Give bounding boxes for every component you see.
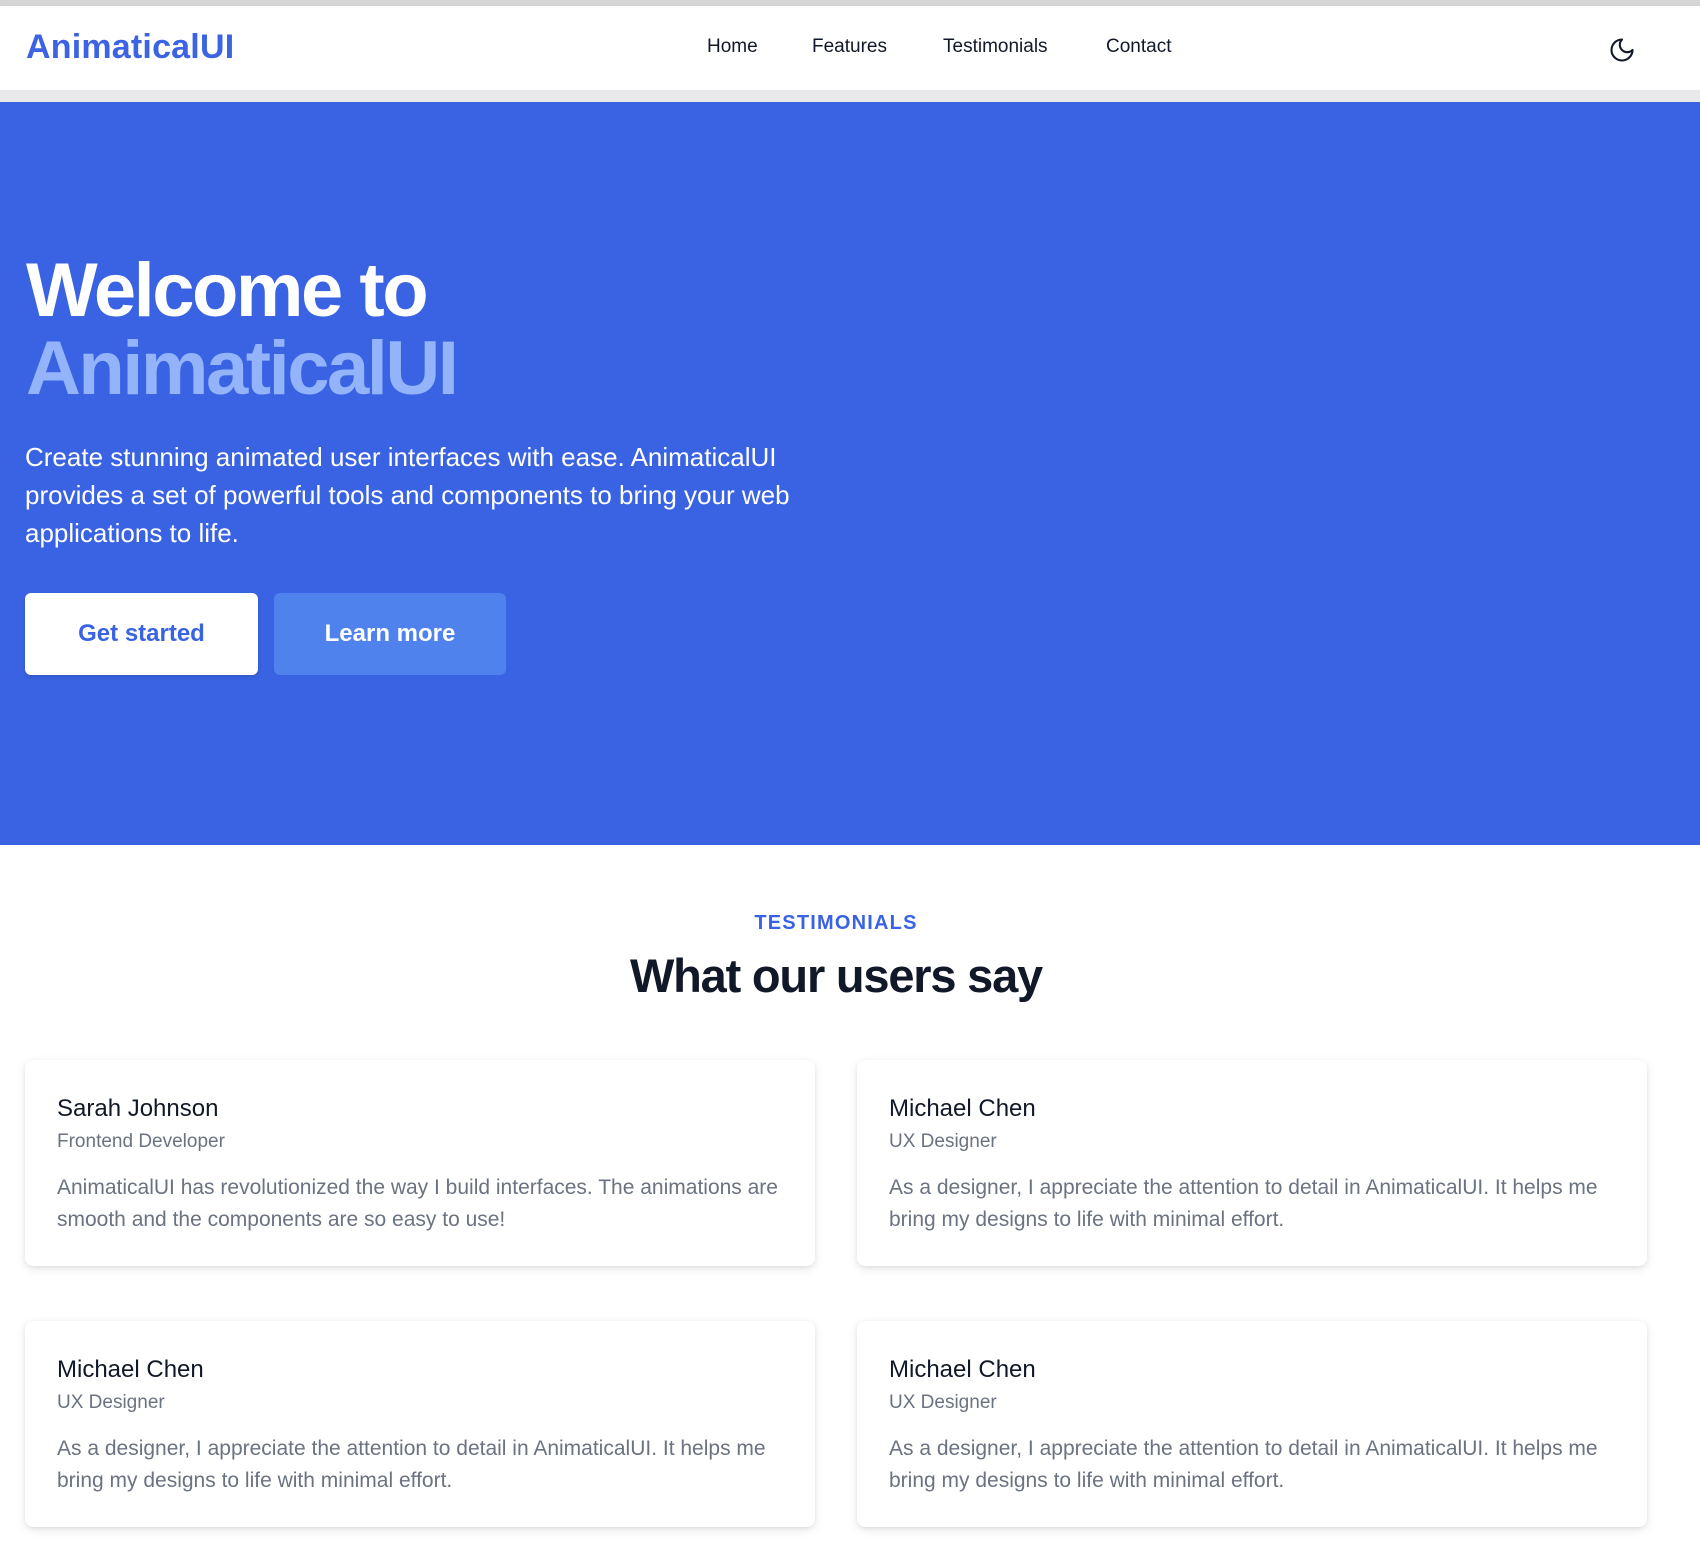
testimonial-role: Frontend Developer: [57, 1131, 225, 1152]
hero-title-brand: AnimaticalUI: [26, 326, 459, 411]
testimonial-role: UX Designer: [889, 1392, 997, 1413]
testimonial-quote: As a designer, I appreciate the attentio…: [889, 1437, 1598, 1492]
learn-more-button[interactable]: Learn more: [274, 593, 506, 675]
nav-links: Home Features Testimonials Contact: [0, 36, 1700, 66]
nav-link-features[interactable]: Features: [812, 36, 887, 58]
testimonial-quote: As a designer, I appreciate the attentio…: [57, 1437, 766, 1492]
testimonial-card: Michael Chen UX Designer As a designer, …: [857, 1321, 1647, 1527]
navbar: AnimaticalUI Home Features Testimonials …: [0, 6, 1700, 91]
testimonial-name: Michael Chen: [889, 1095, 1036, 1122]
testimonial-card: Sarah Johnson Frontend Developer Animati…: [25, 1060, 815, 1266]
hero-subtitle: Create stunning animated user interfaces…: [25, 442, 790, 548]
testimonial-name: Sarah Johnson: [57, 1095, 219, 1122]
get-started-button[interactable]: Get started: [25, 593, 258, 675]
testimonial-role: UX Designer: [889, 1131, 997, 1152]
testimonial-card: Michael Chen UX Designer As a designer, …: [25, 1321, 815, 1527]
testimonial-quote: As a designer, I appreciate the attentio…: [889, 1176, 1598, 1231]
nav-link-contact[interactable]: Contact: [1106, 36, 1171, 58]
nav-link-home[interactable]: Home: [707, 36, 758, 58]
testimonials-eyebrow: TESTIMONIALS: [754, 912, 918, 934]
theme-toggle-button[interactable]: [1608, 36, 1636, 64]
hero-title: Welcome to AnimaticalUI: [26, 252, 459, 411]
hero-title-line1: Welcome to: [26, 248, 429, 333]
moon-icon: [1610, 38, 1634, 62]
testimonial-name: Michael Chen: [57, 1356, 204, 1383]
hero-section: Welcome to AnimaticalUI Create stunning …: [0, 102, 1700, 845]
testimonials-title: What our users say: [630, 949, 1043, 1002]
testimonial-quote: AnimaticalUI has revolutionized the way …: [57, 1176, 778, 1231]
testimonial-card: Michael Chen UX Designer As a designer, …: [857, 1060, 1647, 1266]
header-shadow-gap: [0, 91, 1700, 102]
testimonial-name: Michael Chen: [889, 1356, 1036, 1383]
nav-link-testimonials[interactable]: Testimonials: [943, 36, 1048, 58]
testimonial-role: UX Designer: [57, 1392, 165, 1413]
